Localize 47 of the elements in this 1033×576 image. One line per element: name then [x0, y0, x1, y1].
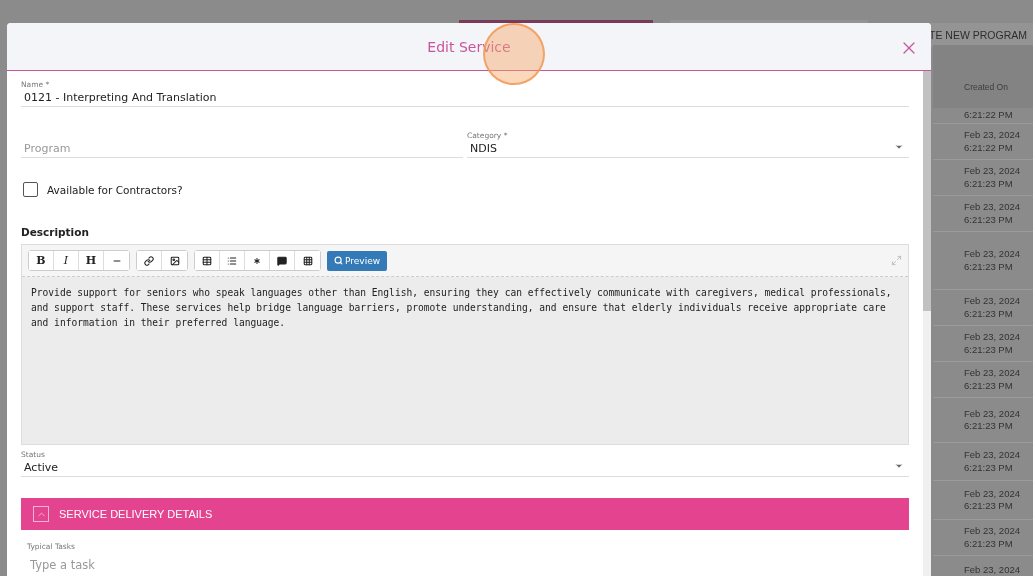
description-text[interactable]: Provide support for seniors who speak languages other than English, ensuring they can effectively communicate with caregivers, medical professionals, and support staff. These services help bridge language barriers, promote understanding, and ensure that elderly individuals receive appropriate care and information in their preferred language.	[22, 277, 908, 444]
task-input[interactable]: Type a task	[27, 552, 903, 572]
time-text: 6:21:23 PM	[964, 260, 1014, 273]
date-text: Feb 23, 2024	[964, 248, 1021, 261]
image-icon	[169, 255, 180, 266]
date-text: Feb 23, 2024	[964, 129, 1021, 142]
description-label: Description	[21, 226, 90, 238]
table-icon	[202, 255, 212, 266]
date-text: Feb 23, 2024	[964, 525, 1021, 538]
section-header[interactable]: SERVICE DELIVERY DETAILS	[21, 498, 909, 530]
time-text: 6:21:23 PM	[964, 420, 1014, 433]
dropdown-caret-icon	[894, 142, 904, 152]
date-text: Feb 23, 2024	[964, 367, 1021, 380]
time-text: 6:21:23 PM	[964, 307, 1014, 320]
link-button[interactable]	[137, 251, 162, 270]
date-text: Feb 23, 2024	[964, 564, 1021, 576]
column-header: Created On	[933, 45, 1033, 108]
time-text: 6:21:22 PM	[964, 109, 1014, 122]
date-text: Feb 23, 2024	[964, 295, 1021, 308]
preview-button[interactable]: Preview	[327, 250, 388, 271]
list-icon	[227, 255, 237, 266]
time-text: 6:21:22 PM	[964, 141, 1014, 154]
date-text: Feb 23, 2024	[964, 201, 1021, 214]
checkbox-label: Available for Contractors?	[47, 183, 183, 196]
search-icon	[334, 256, 343, 265]
date-text: Feb 23, 2024	[964, 331, 1021, 344]
date-text: Feb 23, 2024	[964, 487, 1021, 500]
comment-icon	[277, 255, 287, 266]
scrollbar[interactable]	[923, 71, 931, 576]
time-text: 6:21:23 PM	[964, 500, 1014, 513]
time-text: 6:21:23 PM	[964, 379, 1014, 392]
table-button[interactable]	[195, 251, 220, 270]
time-text: 6:21:23 PM	[964, 537, 1014, 550]
time-text: 6:21:23 PM	[964, 343, 1014, 356]
date-text: Feb 23, 2024	[964, 407, 1021, 420]
asterisk-icon	[252, 255, 262, 266]
contractors-checkbox[interactable]	[23, 182, 38, 197]
dropdown-caret-icon	[894, 461, 904, 471]
chevron-icon	[33, 506, 49, 522]
grid-icon	[302, 255, 313, 266]
time-text: 6:21:23 PM	[964, 213, 1014, 226]
time-text: 6:21:23 PM	[964, 177, 1014, 190]
date-text: Feb 23, 2024	[964, 165, 1021, 178]
link-icon	[144, 255, 154, 266]
date-text: Feb 23, 2024	[964, 449, 1021, 462]
time-text: 6:21:23 PM	[964, 461, 1014, 474]
bold-button[interactable]: B	[29, 251, 54, 270]
